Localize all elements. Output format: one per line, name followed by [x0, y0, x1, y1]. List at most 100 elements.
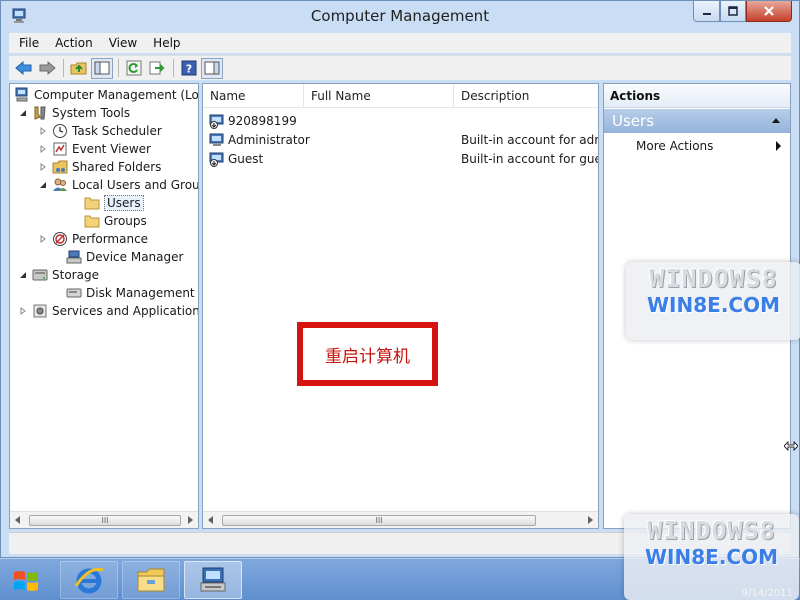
folder-icon	[84, 213, 100, 229]
tree-item-computer-management-local[interactable]: Computer Management (Local	[14, 86, 198, 104]
more-actions-item[interactable]: More Actions	[604, 137, 790, 155]
collapsed-twisty-icon[interactable]	[38, 144, 48, 154]
file-explorer-icon[interactable]	[122, 561, 180, 599]
up-folder-icon[interactable]	[68, 58, 90, 79]
menu-action[interactable]: Action	[47, 36, 101, 50]
system-tools-icon	[32, 105, 48, 121]
tree-item-shared-folders[interactable]: Shared Folders	[38, 158, 161, 176]
scroll-left-arrow-icon[interactable]	[208, 516, 213, 524]
cell-description: Built-in account for administering the c…	[461, 132, 598, 147]
menu-help[interactable]: Help	[145, 36, 188, 50]
tree-item-label: System Tools	[52, 106, 131, 120]
toolbar-separator	[63, 59, 64, 77]
tree-item-label: Device Manager	[86, 250, 184, 264]
tree-item-storage[interactable]: Storage	[18, 266, 99, 284]
tree-item-label: Task Scheduler	[72, 124, 162, 138]
tree-item-task-scheduler[interactable]: Task Scheduler	[38, 122, 162, 140]
collapsed-twisty-icon[interactable]	[38, 126, 48, 136]
tree-item-users[interactable]: Users	[70, 194, 144, 212]
scroll-thumb[interactable]: III	[222, 515, 536, 526]
table-row[interactable]: Administrator Built-in account for admini…	[203, 130, 598, 149]
expanded-twisty-icon[interactable]	[18, 108, 28, 118]
tree-item-device-manager[interactable]: Device Manager	[52, 248, 183, 266]
collapsed-twisty-icon[interactable]	[38, 234, 48, 244]
scroll-right-arrow-icon[interactable]	[188, 516, 193, 524]
user-name: 920898199	[228, 113, 297, 128]
tree-item-label: Users	[104, 195, 144, 211]
column-header-name[interactable]: Name	[203, 84, 304, 108]
tree-item-label: Event Viewer	[72, 142, 151, 156]
tree-item-label: Disk Management	[86, 286, 195, 300]
actions-section-users[interactable]: Users	[604, 109, 790, 133]
watermark-line1: WINDOWS8	[647, 516, 776, 545]
toolbar: ?	[9, 55, 791, 80]
folder-icon	[84, 195, 100, 211]
restart-computer-annotation: 重启计算机	[297, 322, 438, 386]
column-header-description[interactable]: Description	[454, 84, 598, 108]
collapsed-twisty-icon[interactable]	[38, 162, 48, 172]
tree-item-system-tools[interactable]: System Tools	[18, 104, 130, 122]
list-header: Name Full Name Description	[203, 84, 598, 108]
performance-icon	[52, 231, 68, 247]
scroll-thumb[interactable]: III	[29, 515, 181, 526]
show-hide-tree-icon[interactable]	[91, 57, 113, 79]
close-button[interactable]	[746, 1, 792, 22]
maximize-button[interactable]	[720, 1, 746, 22]
console-tree-pane: Computer Management (Local System Tools Ta…	[9, 83, 199, 529]
device-manager-icon	[66, 249, 82, 265]
actions-header: Actions	[604, 84, 790, 108]
menu-view[interactable]: View	[101, 36, 145, 50]
tree-item-local-users-and-groups[interactable]: Local Users and Groups	[38, 176, 198, 194]
scroll-left-arrow-icon[interactable]	[15, 516, 20, 524]
watermark-logo-bottom: WINDOWS8 WIN8E.COM 9/14/2011	[624, 514, 799, 600]
cell-name: Guest	[203, 151, 454, 167]
table-row[interactable]: Guest Built-in account for guest access t…	[203, 149, 598, 168]
title-bar[interactable]: Computer Management	[1, 1, 799, 32]
actions-section-label: Users	[612, 112, 655, 130]
users-groups-icon	[52, 177, 68, 193]
collapsed-twisty-icon[interactable]	[18, 306, 28, 316]
back-arrow-icon[interactable]	[13, 58, 35, 79]
shared-folder-icon	[52, 159, 68, 175]
forward-arrow-icon[interactable]	[36, 58, 58, 79]
event-viewer-icon	[52, 141, 68, 157]
list-horizontal-scrollbar[interactable]: III	[203, 511, 598, 528]
export-list-icon[interactable]	[146, 58, 168, 79]
toolbar-separator	[118, 59, 119, 77]
svg-text:?: ?	[186, 63, 192, 76]
tree-item-label: Performance	[72, 232, 149, 246]
tree-item-disk-management[interactable]: Disk Management	[52, 284, 195, 302]
users-list-pane: Name Full Name Description 920898199 Admi…	[202, 83, 599, 529]
scroll-right-arrow-icon[interactable]	[588, 516, 593, 524]
toolbar-separator	[173, 59, 174, 77]
tree-horizontal-scrollbar[interactable]: III	[10, 511, 198, 528]
disk-icon	[66, 285, 82, 301]
internet-explorer-icon[interactable]	[60, 561, 118, 599]
minimize-button[interactable]	[693, 1, 720, 22]
tree-item-event-viewer[interactable]: Event Viewer	[38, 140, 151, 158]
show-hide-action-pane-icon[interactable]	[201, 57, 223, 79]
tree-item-label: Shared Folders	[72, 160, 162, 174]
computer-management-taskbar-icon[interactable]	[184, 561, 242, 599]
tree-item-label: Groups	[104, 214, 147, 228]
restart-computer-text: 重启计算机	[325, 346, 410, 367]
watermark-date: 9/14/2011	[741, 588, 793, 599]
tree-item-label: Storage	[52, 268, 99, 282]
services-icon	[32, 303, 48, 319]
user-disabled-icon	[209, 151, 225, 167]
table-row[interactable]: 920898199	[203, 111, 598, 130]
expanded-twisty-icon[interactable]	[38, 180, 48, 190]
collapse-up-icon[interactable]	[772, 118, 780, 123]
tree-item-groups[interactable]: Groups	[70, 212, 147, 230]
refresh-icon[interactable]	[123, 58, 145, 79]
help-icon[interactable]: ?	[178, 58, 200, 79]
menu-file[interactable]: File	[9, 36, 47, 50]
column-header-full-name[interactable]: Full Name	[304, 84, 454, 108]
tree-item-performance[interactable]: Performance	[38, 230, 148, 248]
tree-item-services-and-applications[interactable]: Services and Applications	[18, 302, 198, 320]
expanded-twisty-icon[interactable]	[18, 270, 28, 280]
window-title: Computer Management	[310, 7, 490, 25]
start-button-icon[interactable]	[6, 565, 46, 597]
watermark-line1: WINDOWS8	[649, 264, 778, 293]
